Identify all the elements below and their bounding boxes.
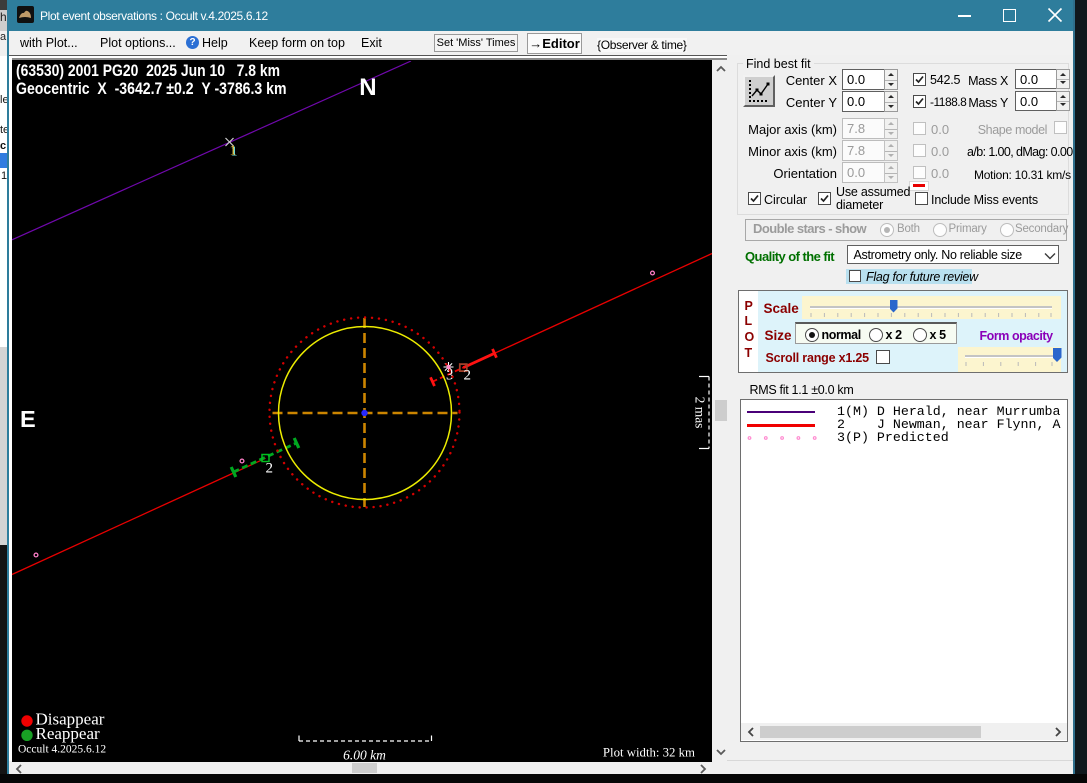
svg-text:Reappear: Reappear: [35, 724, 100, 743]
svg-text:Occult 4.2025.6.12: Occult 4.2025.6.12: [18, 744, 106, 756]
svg-text:2: 2: [265, 461, 273, 477]
svg-text:Geocentric X -3642.7 ±0.2 Y: Geocentric X -3642.7 ±0.2 Y -3786.3 km: [16, 79, 287, 98]
svg-text:(63530) 2001 PG20 2025 Jun 10: (63530) 2001 PG20 2025 Jun 10 7.8 km: [16, 61, 280, 80]
svg-text:Plot width: 32 km: Plot width: 32 km: [602, 746, 694, 760]
svg-text:N: N: [359, 74, 376, 101]
svg-text:2: 2: [463, 368, 471, 384]
svg-text:2 mas: 2 mas: [692, 397, 707, 429]
svg-text:1: 1: [229, 144, 236, 159]
svg-text:E: E: [20, 406, 36, 432]
svg-text:6.00 km: 6.00 km: [343, 748, 386, 763]
